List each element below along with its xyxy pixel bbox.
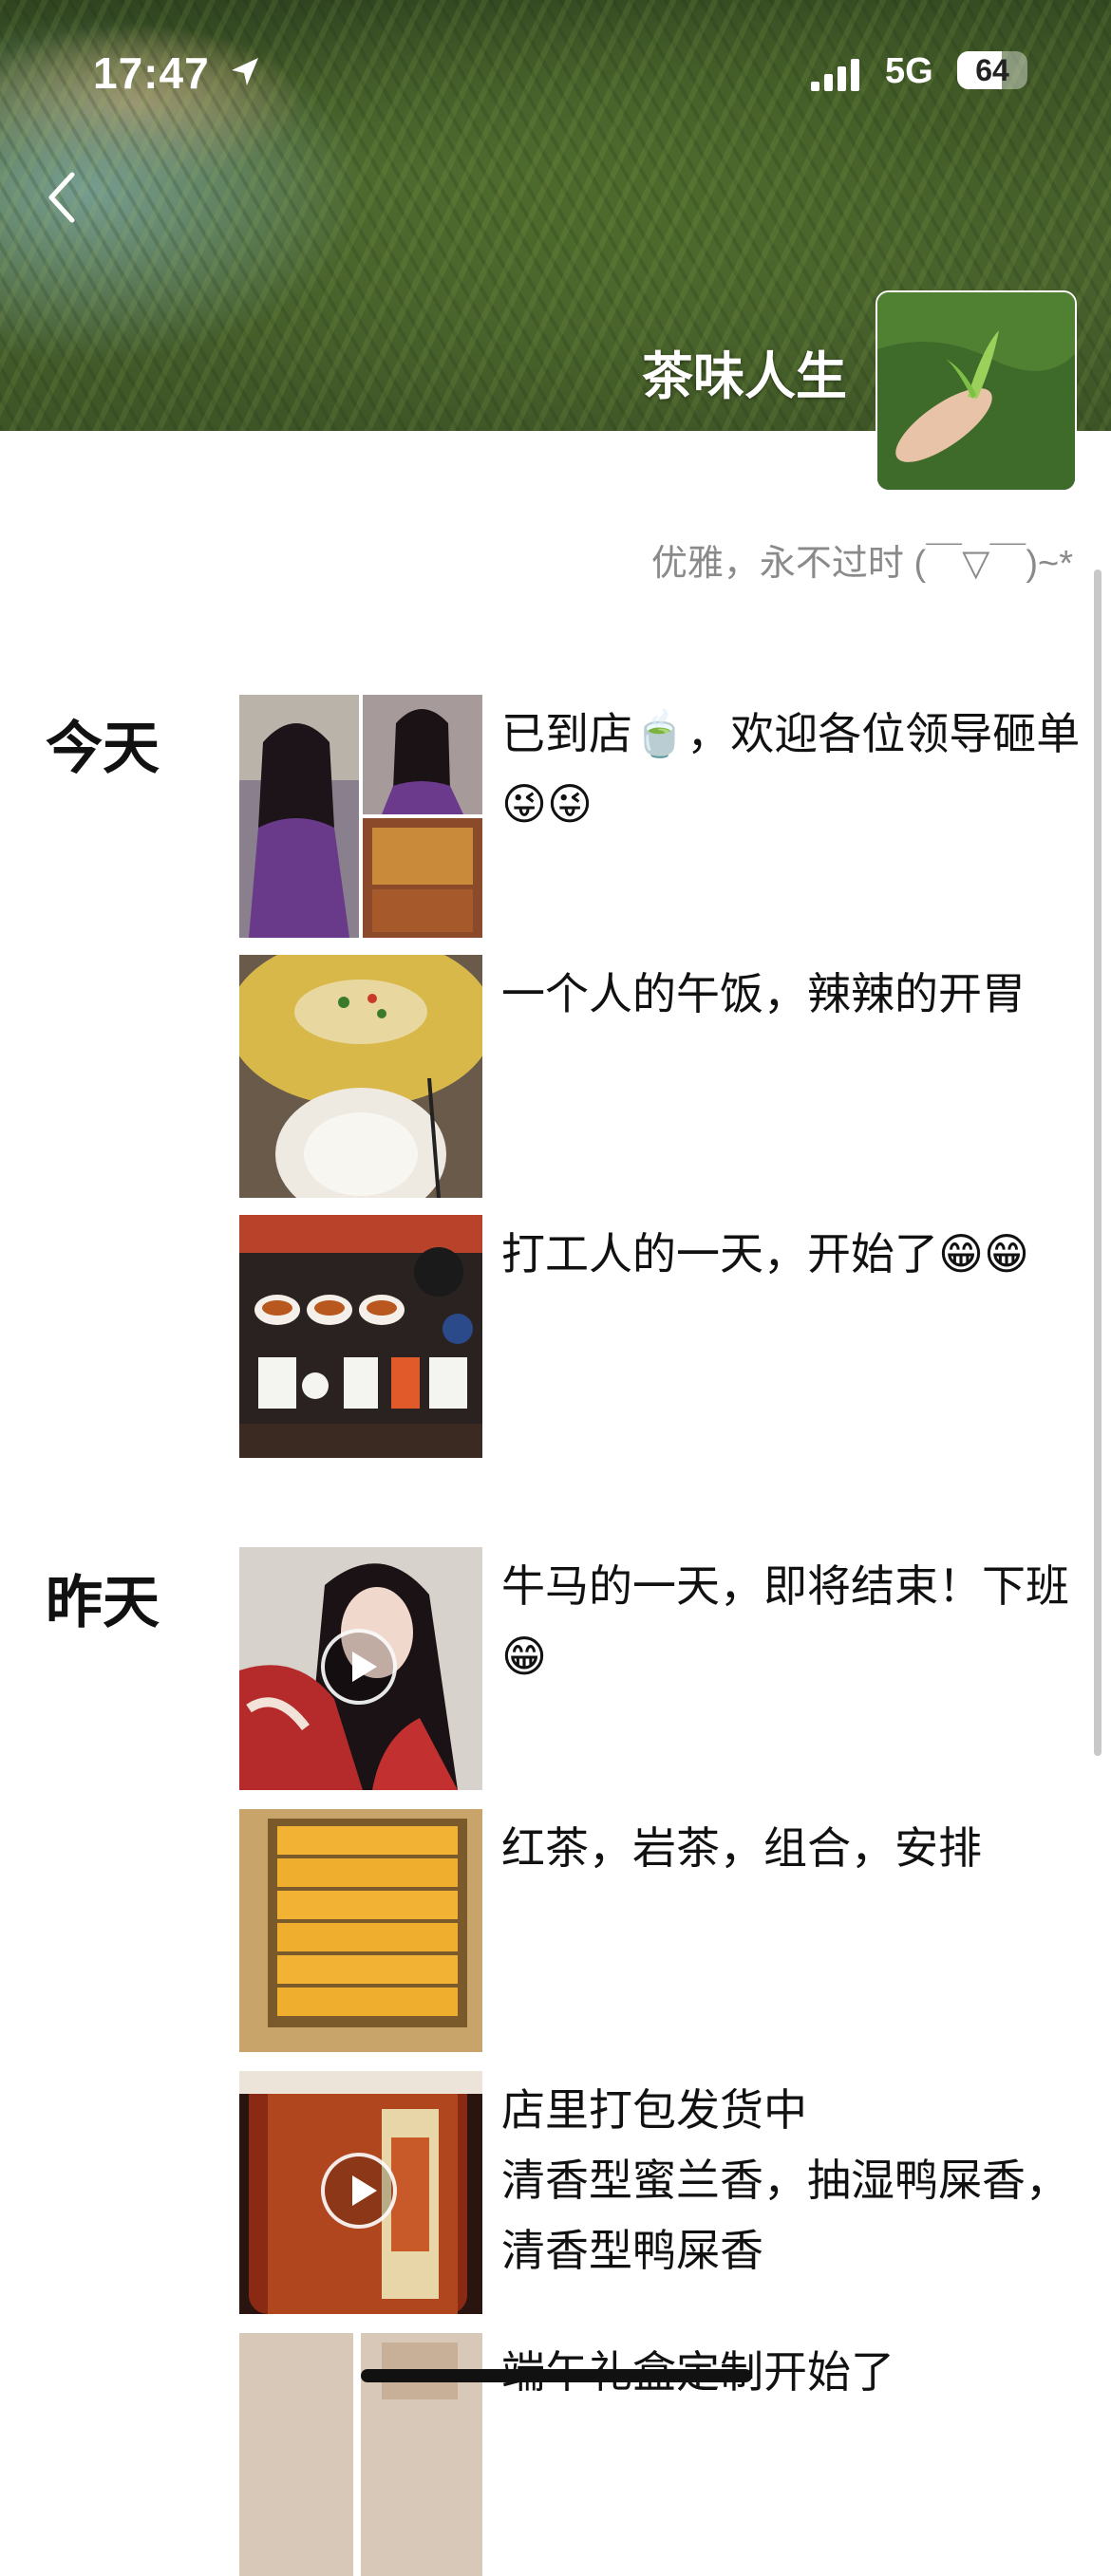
scrollbar[interactable] bbox=[1094, 569, 1102, 1756]
post-text: 一个人的午饭，辣辣的开胃 bbox=[501, 969, 1026, 1018]
post-photo[interactable] bbox=[239, 1809, 482, 2052]
profile-nickname: 茶味人生 bbox=[642, 348, 847, 405]
moment-post[interactable]: 已到店🍵，欢迎各位领导砸单😜😜 bbox=[239, 695, 1094, 938]
location-arrow-icon bbox=[228, 55, 262, 94]
post-text: 红茶，岩茶，组合，安排 bbox=[501, 1823, 982, 1873]
post-text: 牛马的一天，即将结束！下班😁 bbox=[501, 1561, 1069, 1681]
moment-post[interactable]: 一个人的午饭，辣辣的开胃 bbox=[239, 955, 1094, 1198]
moment-post[interactable]: 红茶，岩茶，组合，安排 bbox=[239, 1809, 1094, 2052]
moment-post[interactable]: 店里打包发货中 清香型蜜兰香，抽湿鸭屎香，清香型鸭屎香 bbox=[239, 2071, 1094, 2314]
post-photo[interactable] bbox=[239, 955, 482, 1198]
play-icon[interactable] bbox=[321, 1629, 397, 1705]
post-video[interactable] bbox=[239, 1547, 482, 1790]
profile-signature: 优雅，永不过时 (￣▽￣)~* bbox=[650, 544, 1073, 584]
post-video[interactable] bbox=[239, 2071, 482, 2314]
moment-post[interactable]: 打工人的一天，开始了😁😁 bbox=[239, 1215, 1094, 1458]
home-indicator[interactable] bbox=[361, 2369, 752, 2382]
moment-post[interactable]: 牛马的一天，即将结束！下班😁 bbox=[239, 1547, 1094, 1790]
day-label-today: 今天 bbox=[46, 717, 160, 780]
avatar[interactable] bbox=[876, 290, 1077, 492]
post-text: 店里打包发货中 清香型蜜兰香，抽湿鸭屎香，清香型鸭屎香 bbox=[501, 2085, 1069, 2275]
status-time: 17:47 bbox=[93, 48, 210, 98]
post-photo-grid[interactable] bbox=[239, 695, 482, 938]
battery-icon: 64 bbox=[957, 51, 1027, 89]
post-text: 打工人的一天，开始了😁😁 bbox=[501, 1229, 1029, 1279]
battery-level: 64 bbox=[975, 53, 1009, 87]
play-icon[interactable] bbox=[321, 2153, 397, 2229]
signal-icon bbox=[809, 57, 866, 100]
back-chevron-icon[interactable] bbox=[47, 171, 76, 229]
status-bar: 17:47 5G 64 bbox=[0, 47, 1111, 104]
post-text: 已到店🍵，欢迎各位领导砸单😜😜 bbox=[501, 709, 1081, 829]
network-type: 5G bbox=[885, 51, 933, 91]
post-photo[interactable] bbox=[239, 1215, 482, 1458]
day-label-yesterday: 昨天 bbox=[46, 1571, 160, 1634]
